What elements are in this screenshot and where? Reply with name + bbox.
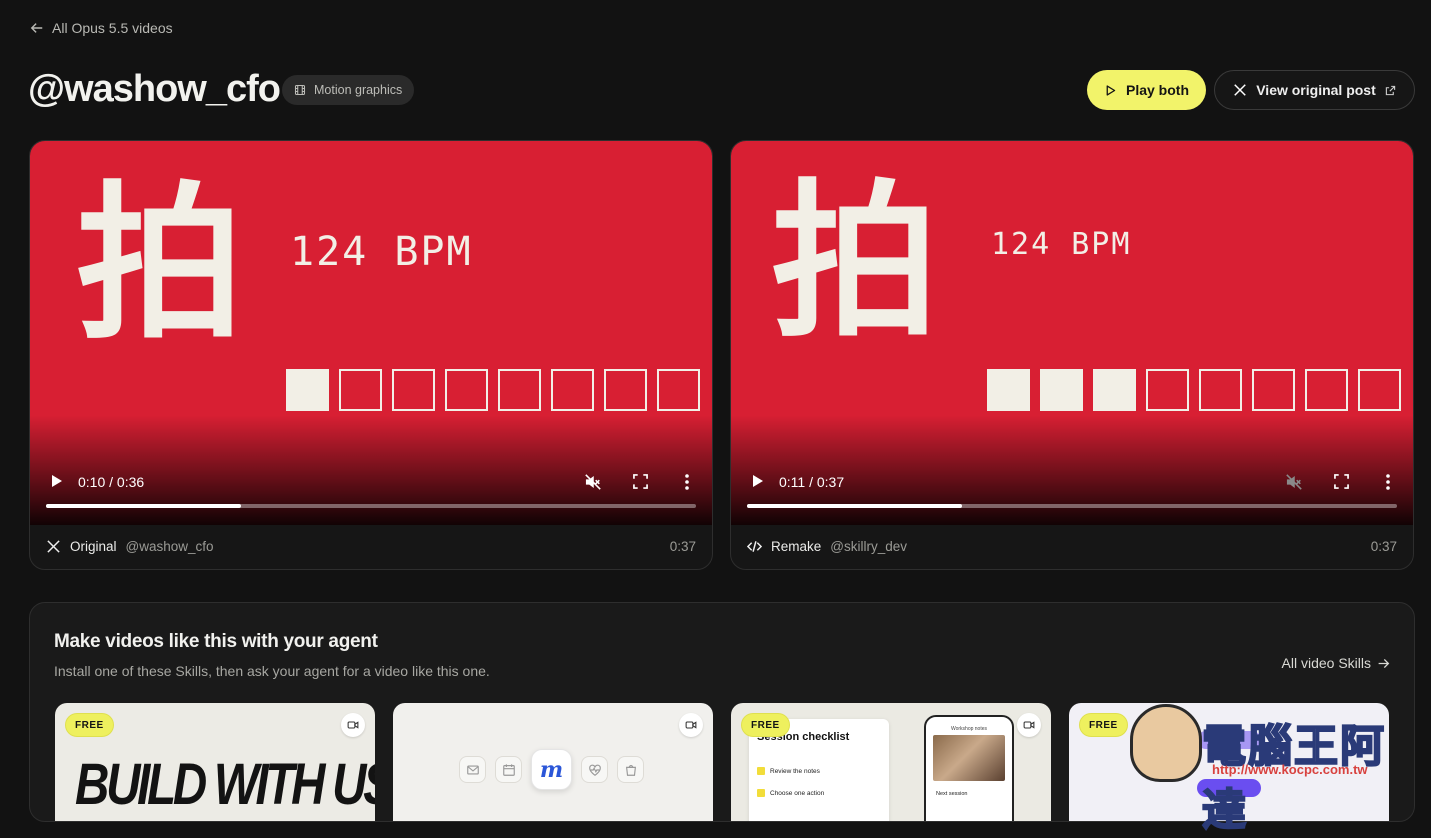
watermark: 電腦王阿達 http://www.kocpc.com.tw bbox=[1130, 700, 1420, 836]
arrow-right-icon bbox=[1378, 658, 1390, 668]
skill-card[interactable]: FREE BUILD WITH US bbox=[55, 703, 375, 821]
page-title: @washow_cfo bbox=[28, 68, 281, 110]
beat-square bbox=[1358, 369, 1401, 411]
video-kind: Remake bbox=[771, 538, 822, 554]
calendar-icon bbox=[495, 756, 522, 783]
beat-square bbox=[657, 369, 700, 411]
beat-square bbox=[498, 369, 541, 411]
mascot-icon bbox=[1130, 704, 1202, 782]
free-badge: FREE bbox=[741, 713, 790, 737]
beat-square bbox=[339, 369, 382, 411]
beat-indicator bbox=[987, 369, 1401, 411]
notebook-photo bbox=[933, 735, 1005, 781]
skills-subheading: Install one of these Skills, then ask yo… bbox=[54, 663, 490, 679]
view-original-label: View original post bbox=[1256, 82, 1376, 98]
video-time: 0:11 / 0:37 bbox=[779, 474, 845, 490]
beat-square bbox=[987, 369, 1030, 411]
muted-speaker-icon[interactable] bbox=[1285, 473, 1303, 491]
beat-square bbox=[392, 369, 435, 411]
video-kind: Original bbox=[70, 538, 117, 554]
video-caption: Original @washow_cfo 0:37 bbox=[30, 523, 712, 569]
shopping-bag-icon bbox=[617, 756, 644, 783]
video-camera-icon bbox=[341, 713, 365, 737]
skill-card[interactable]: m bbox=[393, 703, 713, 821]
view-original-post-button[interactable]: View original post bbox=[1214, 70, 1415, 110]
beat-square bbox=[551, 369, 594, 411]
film-icon bbox=[294, 84, 306, 96]
external-link-icon bbox=[1385, 85, 1395, 95]
more-options-icon[interactable] bbox=[684, 473, 690, 491]
muted-speaker-icon[interactable] bbox=[584, 473, 602, 491]
beat-square bbox=[1252, 369, 1295, 411]
video-progress-bar[interactable] bbox=[46, 504, 696, 508]
app-logo-letter: m bbox=[539, 756, 564, 783]
play-icon bbox=[1106, 84, 1116, 96]
checklist-item: Choose one action bbox=[757, 789, 824, 797]
all-video-skills-link[interactable]: All video Skills bbox=[1282, 655, 1390, 671]
beat-square bbox=[1093, 369, 1136, 411]
beat-square bbox=[445, 369, 488, 411]
video-glyph: 拍 bbox=[76, 164, 244, 362]
beat-square bbox=[1146, 369, 1189, 411]
skill-card[interactable]: Session checklist Review the notes Choos… bbox=[731, 703, 1051, 821]
app-logo-icon: m bbox=[531, 749, 572, 790]
video-progress-bar[interactable] bbox=[747, 504, 1397, 508]
video-handle[interactable]: @skillry_dev bbox=[830, 539, 907, 554]
arrow-left-icon bbox=[30, 23, 43, 33]
video-camera-icon bbox=[1017, 713, 1041, 737]
video-bpm: 124 BPM bbox=[991, 227, 1132, 262]
play-both-button[interactable]: Play both bbox=[1087, 70, 1206, 110]
category-tag: Motion graphics bbox=[282, 75, 415, 105]
phone-title: Workshop notes bbox=[950, 726, 988, 732]
beat-square bbox=[286, 369, 329, 411]
app-dock: m bbox=[459, 749, 644, 790]
video-controls: 0:10 / 0:36 bbox=[30, 445, 712, 525]
x-logo-icon bbox=[47, 539, 60, 553]
beat-indicator bbox=[286, 369, 700, 411]
beat-square bbox=[1305, 369, 1348, 411]
watermark-url: http://www.kocpc.com.tw bbox=[1212, 762, 1368, 777]
video-glyph: 拍 bbox=[771, 162, 939, 360]
fullscreen-icon[interactable] bbox=[633, 474, 648, 489]
heart-pulse-icon bbox=[581, 756, 608, 783]
beat-square bbox=[1199, 369, 1242, 411]
video-player[interactable]: 拍 124 BPM 0:11 / 0:37 bbox=[731, 141, 1413, 525]
phone-mockup: Workshop notes Next session bbox=[924, 715, 1014, 821]
back-link[interactable]: All Opus 5.5 videos bbox=[30, 20, 173, 36]
category-tag-label: Motion graphics bbox=[314, 83, 403, 97]
code-icon bbox=[747, 540, 762, 552]
beat-square bbox=[1040, 369, 1083, 411]
video-controls: 0:11 / 0:37 bbox=[731, 445, 1413, 525]
phone-caption: Next session bbox=[936, 791, 968, 797]
mail-icon bbox=[459, 756, 486, 783]
x-logo-icon bbox=[1234, 84, 1246, 96]
play-icon[interactable] bbox=[749, 473, 765, 489]
video-duration: 0:37 bbox=[669, 538, 696, 554]
play-both-label: Play both bbox=[1125, 82, 1189, 98]
video-card-remake: 拍 124 BPM 0:11 / 0:37 Remake @skillry_de… bbox=[730, 140, 1414, 570]
fullscreen-icon[interactable] bbox=[1334, 474, 1349, 489]
free-badge: FREE bbox=[65, 713, 114, 737]
play-icon[interactable] bbox=[48, 473, 64, 489]
video-player[interactable]: 拍 124 BPM 0:10 / 0:36 bbox=[30, 141, 712, 525]
checklist-item: Review the notes bbox=[757, 767, 820, 775]
video-bpm: 124 BPM bbox=[290, 229, 473, 275]
skills-heading: Make videos like this with your agent bbox=[54, 631, 378, 652]
back-link-label: All Opus 5.5 videos bbox=[52, 20, 173, 36]
video-time: 0:10 / 0:36 bbox=[78, 474, 145, 490]
beat-square bbox=[604, 369, 647, 411]
video-camera-icon bbox=[679, 713, 703, 737]
all-video-skills-label: All video Skills bbox=[1281, 655, 1371, 671]
skill-preview-text: BUILD WITH US bbox=[75, 752, 375, 817]
video-duration: 0:37 bbox=[1370, 538, 1397, 554]
more-options-icon[interactable] bbox=[1385, 473, 1391, 491]
video-caption: Remake @skillry_dev 0:37 bbox=[731, 523, 1413, 569]
free-badge: FREE bbox=[1079, 713, 1128, 737]
video-handle[interactable]: @washow_cfo bbox=[126, 539, 214, 554]
video-card-original: 拍 124 BPM 0:10 / 0:36 Original @washow_c… bbox=[29, 140, 713, 570]
